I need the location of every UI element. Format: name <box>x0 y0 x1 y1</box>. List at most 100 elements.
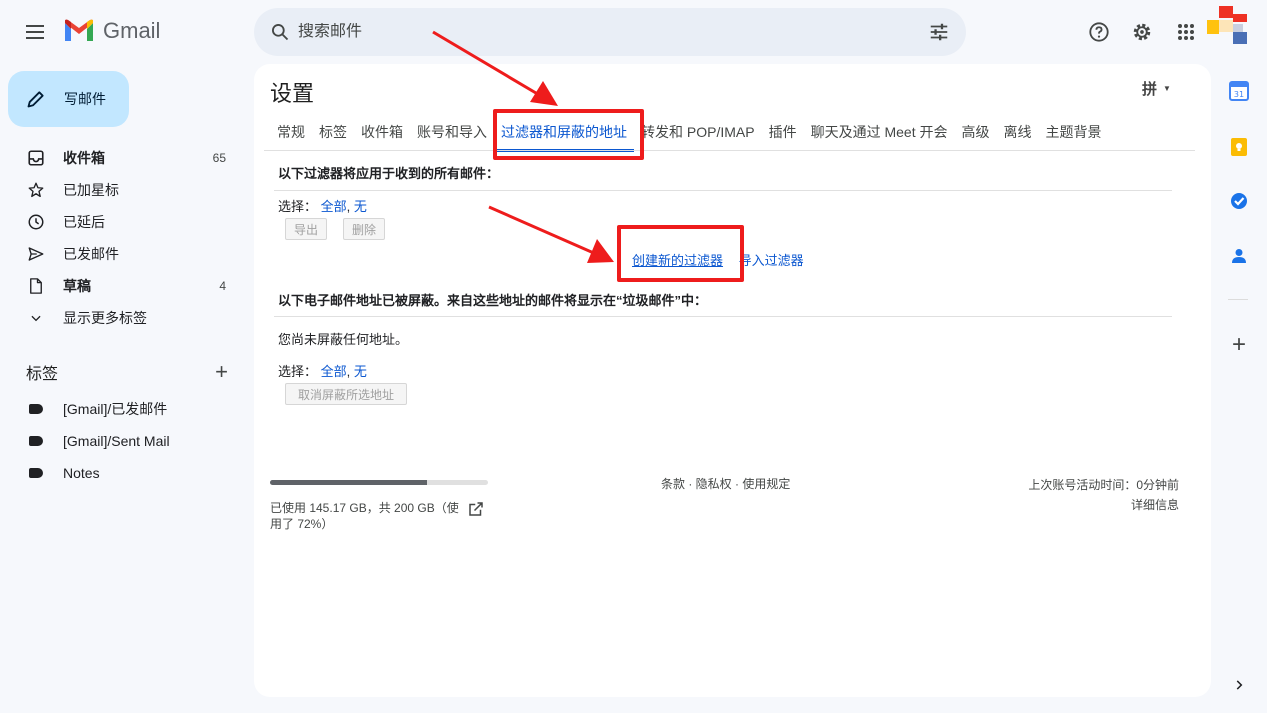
search-bar[interactable] <box>254 8 966 56</box>
sidebar-label-item[interactable]: [Gmail]/已发邮件 <box>0 393 246 425</box>
svg-text:31: 31 <box>1234 90 1244 99</box>
rail-divider <box>1228 299 1248 300</box>
footer-links[interactable]: 条款 · 隐私权 · 使用规定 <box>661 475 790 492</box>
select-separator: , <box>346 364 351 379</box>
inbox-count: 65 <box>212 151 226 165</box>
clock-icon <box>26 212 46 232</box>
add-label-icon[interactable]: + <box>215 361 228 383</box>
sidebar-item-label: [Gmail]/Sent Mail <box>63 433 170 449</box>
tab-chat-meet[interactable]: 聊天及通过 Meet 开会 <box>804 114 955 152</box>
search-options-icon[interactable] <box>928 21 950 43</box>
keep-icon[interactable] <box>1226 134 1252 160</box>
label-tag-icon <box>26 399 46 419</box>
chevron-down-icon <box>26 308 46 328</box>
sidebar-item-more[interactable]: 显示更多标签 <box>0 302 246 334</box>
sidebar-item-label: 收件箱 <box>63 150 105 166</box>
labels-header: 标签 + <box>26 360 228 384</box>
sidebar-item-drafts[interactable]: 草稿 4 <box>0 270 246 302</box>
search-icon[interactable] <box>270 22 290 42</box>
search-input[interactable] <box>298 23 928 41</box>
export-button[interactable]: 导出 <box>285 218 327 240</box>
contacts-icon[interactable] <box>1226 243 1252 269</box>
sidebar-item-inbox[interactable]: 收件箱 65 <box>0 142 246 174</box>
tab-filters-blocked[interactable]: 过滤器和屏蔽的地址 <box>494 114 634 152</box>
tab-forwarding-pop-imap[interactable]: 转发和 POP/IMAP <box>634 114 762 152</box>
settings-tabs: 常规 标签 收件箱 账号和导入 过滤器和屏蔽的地址 转发和 POP/IMAP 插… <box>270 114 1108 152</box>
settings-panel: 设置 拼 ▼ 常规 标签 收件箱 账号和导入 过滤器和屏蔽的地址 转发和 POP… <box>254 64 1211 697</box>
sidebar-item-label: 显示更多标签 <box>63 310 147 326</box>
open-in-new-icon[interactable] <box>467 500 485 518</box>
apps-grid-icon[interactable] <box>1174 20 1198 44</box>
select-none-link[interactable]: 无 <box>354 199 367 214</box>
sidebar-label-item[interactable]: [Gmail]/Sent Mail <box>0 425 246 457</box>
select-all-link[interactable]: 全部 <box>321 364 347 379</box>
storage-bar-fill <box>270 480 427 485</box>
tab-advanced[interactable]: 高级 <box>954 114 996 152</box>
import-filters-link[interactable]: 导入过滤器 <box>739 253 804 268</box>
select-label: 选择： <box>278 364 318 379</box>
sidebar-item-label: 已发邮件 <box>63 246 119 262</box>
select-all-link[interactable]: 全部 <box>321 199 347 214</box>
sidebar-label-item[interactable]: Notes <box>0 457 246 489</box>
unblock-selected-button[interactable]: 取消屏蔽所选地址 <box>285 383 407 405</box>
gmail-logo[interactable]: Gmail <box>63 18 160 44</box>
main-menu-button[interactable] <box>22 20 48 44</box>
ime-indicator: 拼 <box>1142 81 1158 98</box>
tasks-icon[interactable] <box>1226 188 1252 214</box>
send-icon <box>26 244 46 264</box>
compose-label: 写邮件 <box>64 91 106 107</box>
label-tag-icon <box>26 431 46 451</box>
select-label: 选择： <box>278 199 318 214</box>
create-filter-link[interactable]: 创建新的过滤器 <box>632 253 723 268</box>
star-icon <box>26 180 46 200</box>
blocked-heading: 以下电子邮件地址已被屏蔽。来自这些地址的邮件将显示在“垃圾邮件”中： <box>278 293 708 308</box>
account-avatar[interactable] <box>1207 6 1247 46</box>
input-tools-button[interactable]: 拼 ▼ <box>1142 78 1171 99</box>
sidebar-item-starred[interactable]: 已加星标 <box>0 174 246 206</box>
sidebar-item-sent[interactable]: 已发邮件 <box>0 238 246 270</box>
tab-inbox[interactable]: 收件箱 <box>354 114 410 152</box>
sidebar-item-snoozed[interactable]: 已延后 <box>0 206 246 238</box>
page-title: 设置 <box>270 81 315 106</box>
app-name: Gmail <box>103 18 161 43</box>
section-divider <box>274 190 1172 191</box>
storage-bar <box>270 480 488 485</box>
tab-themes[interactable]: 主题背景 <box>1038 114 1108 152</box>
drafts-count: 4 <box>219 279 226 293</box>
sidebar-item-label: Notes <box>63 465 100 481</box>
tabs-divider <box>264 150 1195 151</box>
add-addon-icon[interactable]: + <box>1226 331 1252 358</box>
chevron-right-icon[interactable] <box>1226 672 1252 698</box>
calendar-icon[interactable]: 31 <box>1226 78 1252 104</box>
draft-file-icon <box>26 276 46 296</box>
blocked-select-row: 选择： 全部, 无 <box>278 361 367 380</box>
select-separator: , <box>346 199 351 214</box>
storage-text: 已使用 145.17 GB，共 200 GB（使用了 72%） <box>270 501 459 531</box>
tab-accounts-import[interactable]: 账号和导入 <box>410 114 494 152</box>
tab-addons[interactable]: 插件 <box>762 114 804 152</box>
sidebar-item-label: 已延后 <box>63 214 105 230</box>
filters-heading: 以下过滤器将应用于收到的所有邮件： <box>278 166 500 181</box>
delete-button[interactable]: 删除 <box>343 218 385 240</box>
inbox-icon <box>26 148 46 168</box>
section-divider <box>274 316 1172 317</box>
sidebar-item-label: 草稿 <box>63 278 91 294</box>
tab-general[interactable]: 常规 <box>270 114 312 152</box>
pencil-icon <box>27 91 44 108</box>
sidebar-item-label: 已加星标 <box>63 182 119 198</box>
select-none-link[interactable]: 无 <box>354 364 367 379</box>
filters-select-row: 选择： 全部, 无 <box>278 196 367 215</box>
compose-button[interactable]: 写邮件 <box>8 71 129 127</box>
settings-gear-icon[interactable] <box>1130 20 1154 44</box>
tab-labels[interactable]: 标签 <box>312 114 354 152</box>
labels-title: 标签 <box>26 366 59 383</box>
help-icon[interactable] <box>1087 20 1111 44</box>
sidebar-item-label: [Gmail]/已发邮件 <box>63 401 168 417</box>
tab-offline[interactable]: 离线 <box>996 114 1038 152</box>
footer-activity: 上次账号活动时间：0分钟前 详细信息 <box>1028 475 1179 515</box>
last-activity-text: 上次账号活动时间：0分钟前 <box>1028 478 1179 492</box>
details-link[interactable]: 详细信息 <box>1028 495 1179 515</box>
labels-list: [Gmail]/已发邮件 [Gmail]/Sent Mail Notes <box>0 393 246 489</box>
gmail-m-icon <box>65 19 93 41</box>
storage-meter: 已使用 145.17 GB，共 200 GB（使用了 72%） <box>270 480 488 532</box>
